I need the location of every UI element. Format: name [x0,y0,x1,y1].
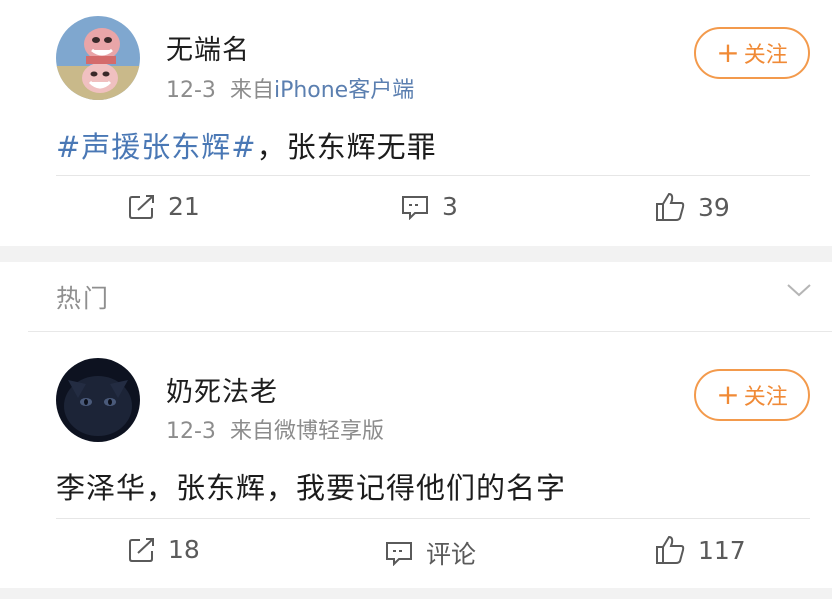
comment-icon [386,542,412,566]
follow-label: 关注 [743,43,788,68]
post-card: 奶死法老 12-3 来自微博轻享版 + 关注 李泽华，张东辉，我要记得他们的名字 … [0,333,832,588]
post-card: 无端名 12-3 来自iPhone客户端 + 关注 #声援张东辉#，张东辉无罪 2… [0,0,832,246]
plus-icon: + [716,36,740,69]
post-content: #声援张东辉#，张东辉无罪 [56,124,437,166]
comment-count: 3 [442,192,458,221]
follow-button[interactable]: + 关注 [694,27,810,79]
like-count: 39 [698,192,730,222]
section-gap [0,588,832,599]
post-date: 12-3 [166,419,216,444]
avatar[interactable] [56,358,140,442]
repost-button[interactable]: 18 [128,535,200,564]
comment-button[interactable]: 评论 [384,535,476,571]
repost-count: 21 [168,192,200,221]
post-text: 李泽华，张东辉，我要记得他们的名字 [56,471,567,505]
comment-label: 评论 [426,540,477,569]
repost-icon [129,537,154,562]
post-meta: 12-3 来自iPhone客户端 [166,72,414,104]
source-prefix: 来自 [229,78,274,103]
divider [28,331,832,332]
like-count: 117 [698,535,746,565]
like-button[interactable]: 39 [654,192,730,222]
comment-button[interactable]: 3 [400,192,458,221]
follow-label: 关注 [743,385,788,410]
repost-count: 18 [168,535,200,564]
source-link[interactable]: iPhone客户端 [274,78,414,103]
post-content: 李泽华，张东辉，我要记得他们的名字 [56,465,566,507]
follow-button[interactable]: + 关注 [694,369,810,421]
post-date: 12-3 [166,78,216,103]
divider [56,518,810,519]
dark-cat-avatar-icon [56,358,140,442]
hot-section-header[interactable]: 热门 [0,262,832,332]
hot-label: 热门 [56,284,111,313]
like-button[interactable]: 117 [654,535,746,565]
avatar[interactable] [56,16,140,100]
repost-button[interactable]: 21 [128,192,200,221]
post-meta: 12-3 来自微博轻享版 [166,413,384,445]
comment-icon [402,195,428,220]
post-text: ，张东辉无罪 [256,130,437,164]
plus-icon: + [716,378,740,411]
topic-link[interactable]: #声援张东辉# [56,130,257,164]
source-prefix: 来自微博轻享版 [229,419,384,444]
cartoon-face-avatar-icon [56,16,140,100]
username[interactable]: 奶死法老 [166,370,278,409]
like-icon [656,535,685,564]
divider [56,175,810,176]
chevron-down-icon[interactable] [786,282,812,302]
repost-icon [129,194,154,219]
section-gap [0,246,832,262]
like-icon [656,192,685,221]
username[interactable]: 无端名 [166,28,250,67]
